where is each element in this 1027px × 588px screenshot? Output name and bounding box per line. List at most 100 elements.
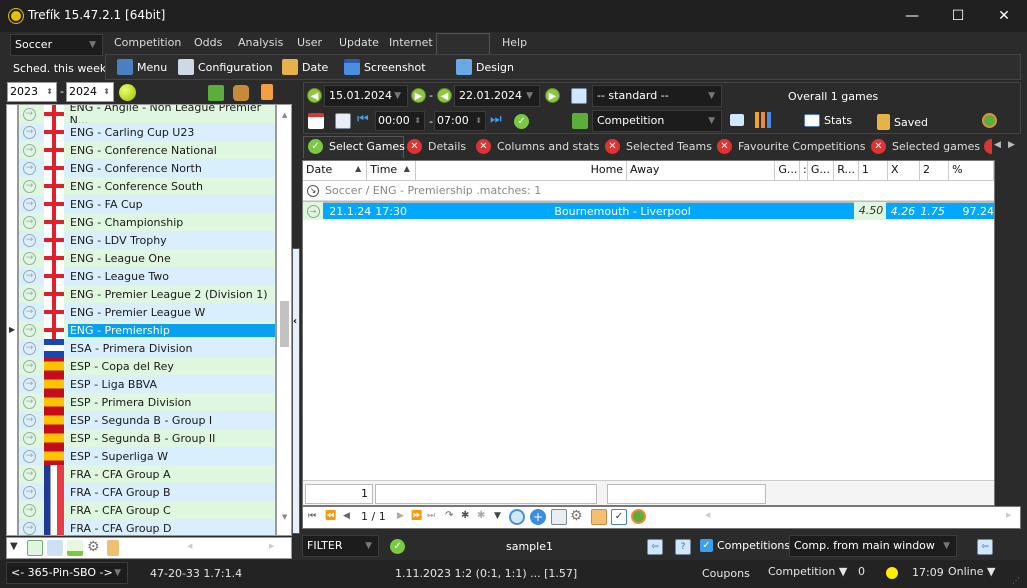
prev-page-fast-icon[interactable]: ⏪ xyxy=(325,511,336,521)
maximize-button[interactable]: ☐ xyxy=(935,0,981,32)
scroll-down-icon[interactable]: ▼ xyxy=(282,513,287,521)
online-status-dropdown[interactable]: Online ▼ xyxy=(948,565,995,578)
competition-list-item[interactable]: → ESP - Liga BBVA xyxy=(19,375,275,393)
go-arrow-icon[interactable]: → xyxy=(23,125,36,139)
close-tab-icon[interactable]: ✕ xyxy=(476,139,491,154)
go-arrow-icon[interactable]: → xyxy=(23,503,36,517)
competition-list-item[interactable]: → ESP - Copa del Rey xyxy=(19,357,275,375)
time-from-spinner[interactable]: 00:00 ⬍ xyxy=(375,111,425,131)
filter-icon[interactable]: ▼ xyxy=(10,541,18,552)
competition-list-item[interactable]: → ENG - Premiership xyxy=(19,321,275,339)
go-arrow-icon[interactable]: → xyxy=(23,323,36,337)
scroll-left-icon[interactable]: ◀ xyxy=(187,542,192,550)
help-icon[interactable]: ? xyxy=(675,539,691,555)
competition-list-item[interactable]: → ENG - Premier League 2 (Division 1) xyxy=(19,285,275,303)
go-arrow-icon[interactable]: → xyxy=(23,179,36,193)
match-go-cell[interactable]: → xyxy=(303,202,324,220)
search-icon[interactable] xyxy=(509,509,525,525)
expand-icon[interactable] xyxy=(551,509,567,525)
go-arrow-icon[interactable]: → xyxy=(23,269,36,283)
competition-list-item[interactable]: → ENG - League Two xyxy=(19,267,275,285)
column-header[interactable]: : xyxy=(800,161,808,180)
column-header[interactable]: R... xyxy=(834,161,859,180)
gear-icon[interactable]: ⚙ xyxy=(570,508,583,524)
arrow-left-icon[interactable]: ⇦ xyxy=(977,539,993,555)
go-arrow-icon[interactable]: → xyxy=(23,431,36,445)
coins-icon[interactable] xyxy=(631,509,646,524)
scroll-right-icon[interactable]: ▶ xyxy=(1006,511,1011,519)
go-arrow-icon[interactable]: → xyxy=(23,233,36,247)
go-arrow-icon[interactable]: → xyxy=(23,341,36,355)
menu-item-odds[interactable]: Odds xyxy=(194,36,222,49)
go-arrow-icon[interactable]: → xyxy=(23,161,36,175)
go-arrow-icon[interactable]: → xyxy=(23,467,36,481)
menu-item-internet[interactable]: Internet xyxy=(389,36,433,49)
filter-db-icon[interactable] xyxy=(107,540,119,556)
menu-item-user[interactable]: User xyxy=(297,36,322,49)
insert-disabled-icon[interactable]: ✱ xyxy=(477,510,485,521)
column-header[interactable]: Away xyxy=(627,161,776,180)
group-by-select[interactable]: Competition ▼ xyxy=(592,110,722,132)
stats-button[interactable]: Stats xyxy=(804,114,852,127)
menu-item-analysis[interactable]: Analysis xyxy=(238,36,283,49)
go-arrow-icon[interactable]: → xyxy=(23,485,36,499)
grid-bottom-icon[interactable] xyxy=(67,540,83,556)
competition-list-item[interactable]: → ENG - Conference North xyxy=(19,159,275,177)
sport-select[interactable]: Soccer ▼ xyxy=(10,34,103,56)
go-arrow-icon[interactable]: → xyxy=(23,215,36,229)
column-header[interactable]: 1 xyxy=(859,161,888,180)
go-arrow-icon[interactable]: → xyxy=(23,521,36,535)
first-page-icon[interactable]: ⏮ xyxy=(308,511,316,521)
tab-columns-and-stats[interactable]: ✕ Columns and stats xyxy=(476,139,599,154)
competition-list-item[interactable]: → ESP - Segunda B - Group I xyxy=(19,411,275,429)
tab-favourite-competitions[interactable]: ✕ Favourite Competitions xyxy=(717,139,865,154)
collapse-panel-icon[interactable]: ‹ xyxy=(293,316,297,327)
go-arrow-icon[interactable]: → xyxy=(23,359,36,373)
competitions-checkbox[interactable]: ✓ xyxy=(700,539,713,552)
column-header[interactable]: Date ▲ xyxy=(303,161,368,180)
clipboard-icon[interactable] xyxy=(591,509,607,525)
competition-list-scrollbar[interactable]: ▲ ▼ xyxy=(276,104,292,536)
tennis-ball-icon[interactable] xyxy=(119,84,136,101)
add-icon[interactable]: + xyxy=(530,509,546,525)
last-page-icon[interactable]: ⏭ xyxy=(427,511,435,521)
competition-list-item[interactable]: → FRA - CFA Group C xyxy=(19,501,275,519)
bookmaker-select[interactable]: <- 365-Pin-SBO -> ▼ xyxy=(6,562,128,584)
date-from-prev-icon[interactable]: ◀ xyxy=(307,88,322,103)
minimize-button[interactable]: — xyxy=(889,0,935,32)
go-arrow-icon[interactable]: → xyxy=(23,143,36,157)
go-arrow-icon[interactable]: → xyxy=(23,287,36,301)
date-to-next-icon[interactable]: ▶ xyxy=(545,88,560,103)
screenshot-button[interactable]: Screenshot xyxy=(344,59,426,75)
competition-list-item[interactable]: → ENG - Premier League W xyxy=(19,303,275,321)
filter-select[interactable]: FILTER ▼ xyxy=(302,535,379,557)
bear-icon[interactable] xyxy=(233,85,249,101)
coupons-button[interactable]: Coupons xyxy=(702,567,750,580)
scroll-right-icon[interactable]: ▶ xyxy=(269,542,274,550)
saved-button[interactable]: Saved xyxy=(877,114,928,130)
magic-wand-icon[interactable] xyxy=(47,540,63,556)
season-to-spinner[interactable]: 2024 ⬍ xyxy=(66,82,114,102)
money-icon[interactable] xyxy=(572,113,588,129)
menu-button[interactable]: Menu xyxy=(117,59,167,75)
scroll-up-icon[interactable]: ▲ xyxy=(282,111,287,119)
competition-status-dropdown[interactable]: Competition ▼ xyxy=(768,565,847,578)
go-arrow-icon[interactable]: → xyxy=(23,449,36,463)
competition-list-item[interactable]: → ENG - LDV Trophy xyxy=(19,231,275,249)
date-from-next-icon[interactable]: ▶ xyxy=(411,88,426,103)
date-from-select[interactable]: 15.01.2024 ▼ xyxy=(324,85,408,107)
checkbox-icon[interactable]: ✓ xyxy=(611,509,627,525)
tab-select-games[interactable]: ✓ Select Games xyxy=(308,139,405,154)
menu-item-update[interactable]: Update xyxy=(339,36,379,49)
money-icon[interactable] xyxy=(208,85,224,101)
column-header[interactable]: X xyxy=(888,161,920,180)
close-button[interactable]: ✕ xyxy=(981,0,1027,32)
go-arrow-icon[interactable]: → xyxy=(23,413,36,427)
arrow-left-icon[interactable]: ⇦ xyxy=(647,539,663,555)
time-to-spinner[interactable]: 07:00 ⬍ xyxy=(434,111,486,131)
go-arrow-icon[interactable]: → xyxy=(23,251,36,265)
grid-top-icon[interactable] xyxy=(27,540,43,556)
column-header[interactable]: G... xyxy=(808,161,835,180)
group-row[interactable]: ↘ Soccer / ENG - Premiership .matches: 1 xyxy=(303,181,994,201)
date-to-select[interactable]: 22.01.2024 ▼ xyxy=(454,85,540,107)
